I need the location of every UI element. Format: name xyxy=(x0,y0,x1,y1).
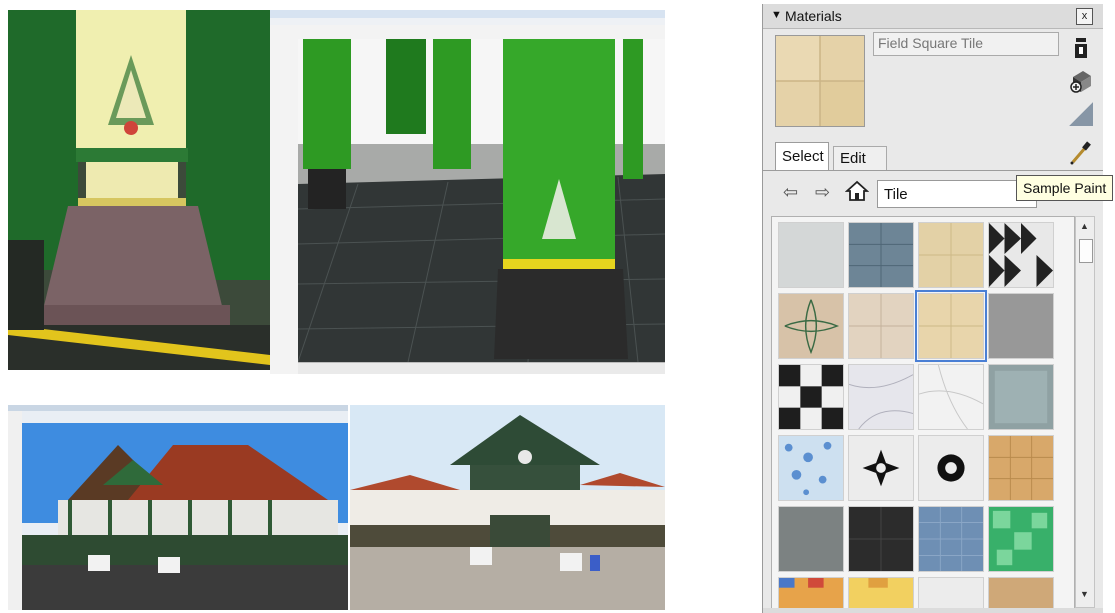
scrollbar[interactable]: ▲ ▼ xyxy=(1075,216,1095,608)
swatch-16[interactable] xyxy=(778,506,844,572)
swatch-2[interactable] xyxy=(918,222,984,288)
swatch-0[interactable] xyxy=(778,222,844,288)
sketchup-viewport xyxy=(298,39,665,362)
eyedropper-icon[interactable] xyxy=(1067,138,1095,166)
forward-arrow-icon[interactable]: ⇨ xyxy=(815,182,830,203)
scroll-up-icon[interactable]: ▲ xyxy=(1080,221,1089,231)
panel-header: ▼ Materials x xyxy=(763,4,1103,29)
create-material-icon[interactable] xyxy=(1067,67,1095,95)
panel-title: Materials xyxy=(785,8,842,24)
swatch-7[interactable] xyxy=(988,293,1054,359)
material-preview-swatch xyxy=(775,35,865,127)
sketchup-side-toolbar xyxy=(270,39,299,374)
swatch-9[interactable] xyxy=(848,364,914,430)
material-name-field[interactable]: Field Square Tile xyxy=(873,32,1059,56)
scroll-down-icon[interactable]: ▼ xyxy=(1080,589,1089,599)
scroll-thumb[interactable] xyxy=(1079,239,1093,263)
swatch-22[interactable] xyxy=(918,577,984,610)
photo-column-base xyxy=(8,10,270,370)
swatch-3[interactable] xyxy=(988,222,1054,288)
tab-edit[interactable]: Edit xyxy=(833,146,887,170)
sample-paint-tooltip: Sample Paint xyxy=(1016,175,1114,201)
swatch-14[interactable] xyxy=(918,435,984,501)
mosque-model-image xyxy=(8,405,348,610)
sketchup-menu-bar xyxy=(270,18,665,25)
paint-bucket-icon[interactable] xyxy=(1067,34,1095,62)
swatch-20[interactable] xyxy=(778,577,844,610)
materials-panel: ▼ Materials x Field Square Tile Select E… xyxy=(762,4,1103,613)
swatch-13[interactable] xyxy=(848,435,914,501)
panel-bottom-edge xyxy=(763,608,1103,613)
tab-select[interactable]: Select xyxy=(775,142,829,170)
home-icon[interactable] xyxy=(845,179,869,203)
tab-divider xyxy=(763,170,1103,171)
swatch-17[interactable] xyxy=(848,506,914,572)
sketchup-toolbar xyxy=(270,25,665,40)
swatch-5[interactable] xyxy=(848,293,914,359)
swatch-11[interactable] xyxy=(988,364,1054,430)
triangle-down-icon[interactable]: ▼ xyxy=(771,9,782,21)
mosque-real-image xyxy=(350,405,665,610)
swatch-4[interactable] xyxy=(778,293,844,359)
swatch-10[interactable] xyxy=(918,364,984,430)
material-swatch-grid xyxy=(771,216,1075,610)
column-base-image xyxy=(8,10,270,370)
swatch-19[interactable] xyxy=(988,506,1054,572)
swatch-18[interactable] xyxy=(918,506,984,572)
close-button[interactable]: x xyxy=(1076,8,1093,25)
swatch-21[interactable] xyxy=(848,577,914,610)
swatch-1[interactable] xyxy=(848,222,914,288)
swatch-15[interactable] xyxy=(988,435,1054,501)
back-color-icon[interactable] xyxy=(1067,100,1095,128)
photo-sketchup-model xyxy=(270,10,665,374)
swatch-8[interactable] xyxy=(778,364,844,430)
library-select[interactable]: Tile xyxy=(877,180,1037,208)
swatch-23[interactable] xyxy=(988,577,1054,610)
photo-mosque-real xyxy=(350,405,665,610)
back-arrow-icon[interactable]: ⇦ xyxy=(783,182,798,203)
photo-mosque-model xyxy=(8,405,348,610)
swatch-6-selected[interactable] xyxy=(915,290,987,362)
swatch-12[interactable] xyxy=(778,435,844,501)
sketchup-status-bar xyxy=(298,362,665,374)
